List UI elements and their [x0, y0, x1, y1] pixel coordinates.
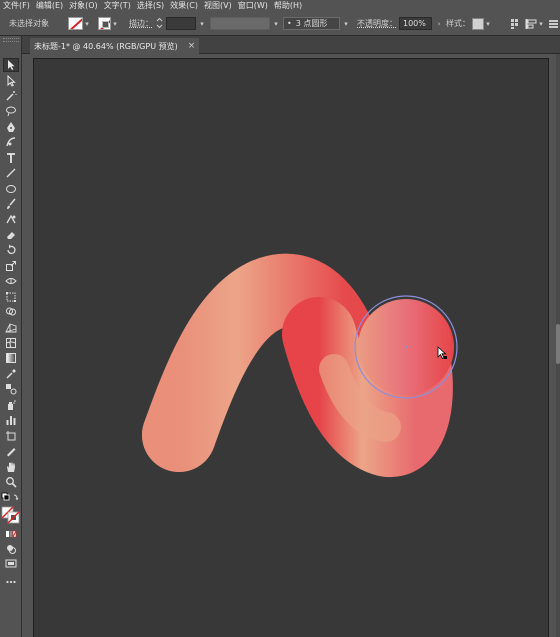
color-mode-icon[interactable] — [3, 527, 19, 541]
width-tool-icon[interactable] — [3, 274, 19, 288]
document-tab[interactable]: 未标题-1* @ 40.64% (RGB/GPU 预览) × — [30, 38, 200, 54]
gradient-tool-icon[interactable] — [3, 351, 19, 365]
type-tool-icon[interactable] — [3, 151, 19, 165]
eraser-tool-icon[interactable] — [3, 228, 19, 242]
menu-bar: 文件(F) 编辑(E) 对象(O) 文字(T) 选择(S) 效果(C) 视图(V… — [0, 0, 560, 11]
chevron-down-icon[interactable]: ▾ — [83, 18, 91, 30]
chevron-down-icon[interactable]: ▾ — [484, 18, 492, 30]
style-label: 样式： — [446, 19, 470, 28]
vertical-scrollbar[interactable] — [556, 54, 560, 637]
column-graph-tool-icon[interactable] — [3, 413, 19, 427]
selection-tool-icon[interactable] — [3, 58, 19, 72]
rotate-tool-icon[interactable] — [3, 243, 19, 257]
opacity-field[interactable]: 100% — [399, 17, 432, 30]
draw-mode-icon[interactable] — [3, 542, 19, 556]
fill-swatch[interactable] — [68, 17, 83, 30]
variable-width-profile[interactable]: ▾ — [210, 11, 280, 36]
lasso-tool-icon[interactable] — [3, 104, 19, 118]
menu-effect[interactable]: 效果(C) — [169, 0, 203, 11]
curvature-tool-icon[interactable] — [3, 135, 19, 149]
chevron-down-icon[interactable]: ▾ — [111, 18, 119, 30]
more-icon[interactable] — [549, 11, 558, 36]
fill-control[interactable]: ▾ — [68, 11, 91, 36]
selection-status-group: 未选择对象 — [9, 11, 49, 36]
screen-mode-icon[interactable] — [3, 557, 19, 571]
canvas-area[interactable] — [22, 54, 560, 637]
chevron-right-icon[interactable]: › — [435, 18, 443, 30]
artwork[interactable] — [34, 59, 550, 637]
artboard-tool-icon[interactable] — [3, 429, 19, 443]
selection-status: 未选择对象 — [9, 19, 49, 28]
opacity-group: 不透明度： 100% › — [357, 11, 443, 36]
symbol-sprayer-tool-icon[interactable] — [3, 398, 19, 412]
shape-builder-tool-icon[interactable] — [3, 305, 19, 319]
ellipse-tool-icon[interactable] — [3, 182, 19, 196]
zoom-tool-icon[interactable] — [3, 475, 19, 489]
document-tab-bar: 未标题-1* @ 40.64% (RGB/GPU 预览) × — [22, 36, 560, 54]
menu-select[interactable]: 选择(S) — [136, 0, 169, 11]
scrollbar-thumb[interactable] — [556, 324, 560, 364]
menu-object[interactable]: 对象(O) — [68, 0, 103, 11]
align-icon[interactable]: ▾ — [525, 11, 545, 36]
tools-panel — [0, 36, 22, 637]
line-tool-icon[interactable] — [3, 166, 19, 180]
artboard[interactable] — [33, 58, 549, 637]
blend-tool-icon[interactable] — [3, 382, 19, 396]
default-colors-icon[interactable] — [1, 491, 21, 505]
profile-preview[interactable] — [210, 17, 270, 30]
stroke-control[interactable]: ▾ — [98, 11, 119, 36]
perspective-grid-tool-icon[interactable] — [3, 321, 19, 335]
slice-tool-icon[interactable] — [3, 444, 19, 458]
chevron-down-icon[interactable]: ▾ — [198, 18, 206, 30]
style-swatch[interactable] — [472, 17, 484, 30]
menu-help[interactable]: 帮助(H) — [273, 0, 307, 11]
stroke-weight-field[interactable] — [166, 17, 196, 30]
mesh-tool-icon[interactable] — [3, 336, 19, 350]
brush-definition[interactable]: • 3 点圆形 ▾ — [283, 11, 350, 36]
chevron-down-icon[interactable]: ▾ — [537, 18, 545, 30]
recolor-icon[interactable] — [510, 11, 521, 36]
paintbrush-tool-icon[interactable] — [3, 197, 19, 211]
dot-icon: • — [287, 19, 292, 28]
menu-window[interactable]: 窗口(W) — [237, 0, 273, 11]
menu-type[interactable]: 文字(T) — [103, 0, 136, 11]
chevron-down-icon[interactable]: ▾ — [342, 18, 350, 30]
pen-tool-icon[interactable] — [3, 120, 19, 134]
fill-stroke-swatches[interactable] — [1, 506, 21, 524]
more-tools-icon[interactable] — [3, 575, 19, 589]
brush-dropdown[interactable]: • 3 点圆形 — [283, 17, 340, 30]
close-icon[interactable]: × — [188, 41, 196, 51]
chevron-down-icon[interactable]: ▾ — [272, 18, 280, 30]
hand-tool-icon[interactable] — [3, 460, 19, 474]
menu-view[interactable]: 视图(V) — [203, 0, 237, 11]
free-transform-tool-icon[interactable] — [3, 290, 19, 304]
stepper-icon[interactable] — [156, 17, 163, 31]
brush-label: 3 点圆形 — [295, 19, 328, 28]
scale-tool-icon[interactable] — [3, 259, 19, 273]
magic-wand-tool-icon[interactable] — [3, 89, 19, 103]
panel-grip[interactable] — [3, 38, 19, 42]
menu-edit[interactable]: 编辑(E) — [35, 0, 68, 11]
stroke-weight-group: 描边： ▾ — [129, 11, 206, 36]
opacity-label[interactable]: 不透明度： — [357, 18, 397, 29]
eyedropper-tool-icon[interactable] — [3, 367, 19, 381]
direct-selection-tool-icon[interactable] — [3, 74, 19, 88]
menu-file[interactable]: 文件(F) — [2, 0, 35, 11]
style-group: 样式： ▾ — [446, 11, 492, 36]
control-bar: 未选择对象 ▾ ▾ 描边： ▾ ▾ • 3 点圆形 ▾ 不透明度： 100% ›… — [0, 11, 560, 36]
stroke-label[interactable]: 描边： — [129, 18, 153, 29]
shaper-tool-icon[interactable] — [3, 212, 19, 226]
stroke-swatch[interactable] — [98, 17, 111, 30]
document-tab-title[interactable]: 未标题-1* @ 40.64% (RGB/GPU 预览) — [34, 41, 178, 52]
